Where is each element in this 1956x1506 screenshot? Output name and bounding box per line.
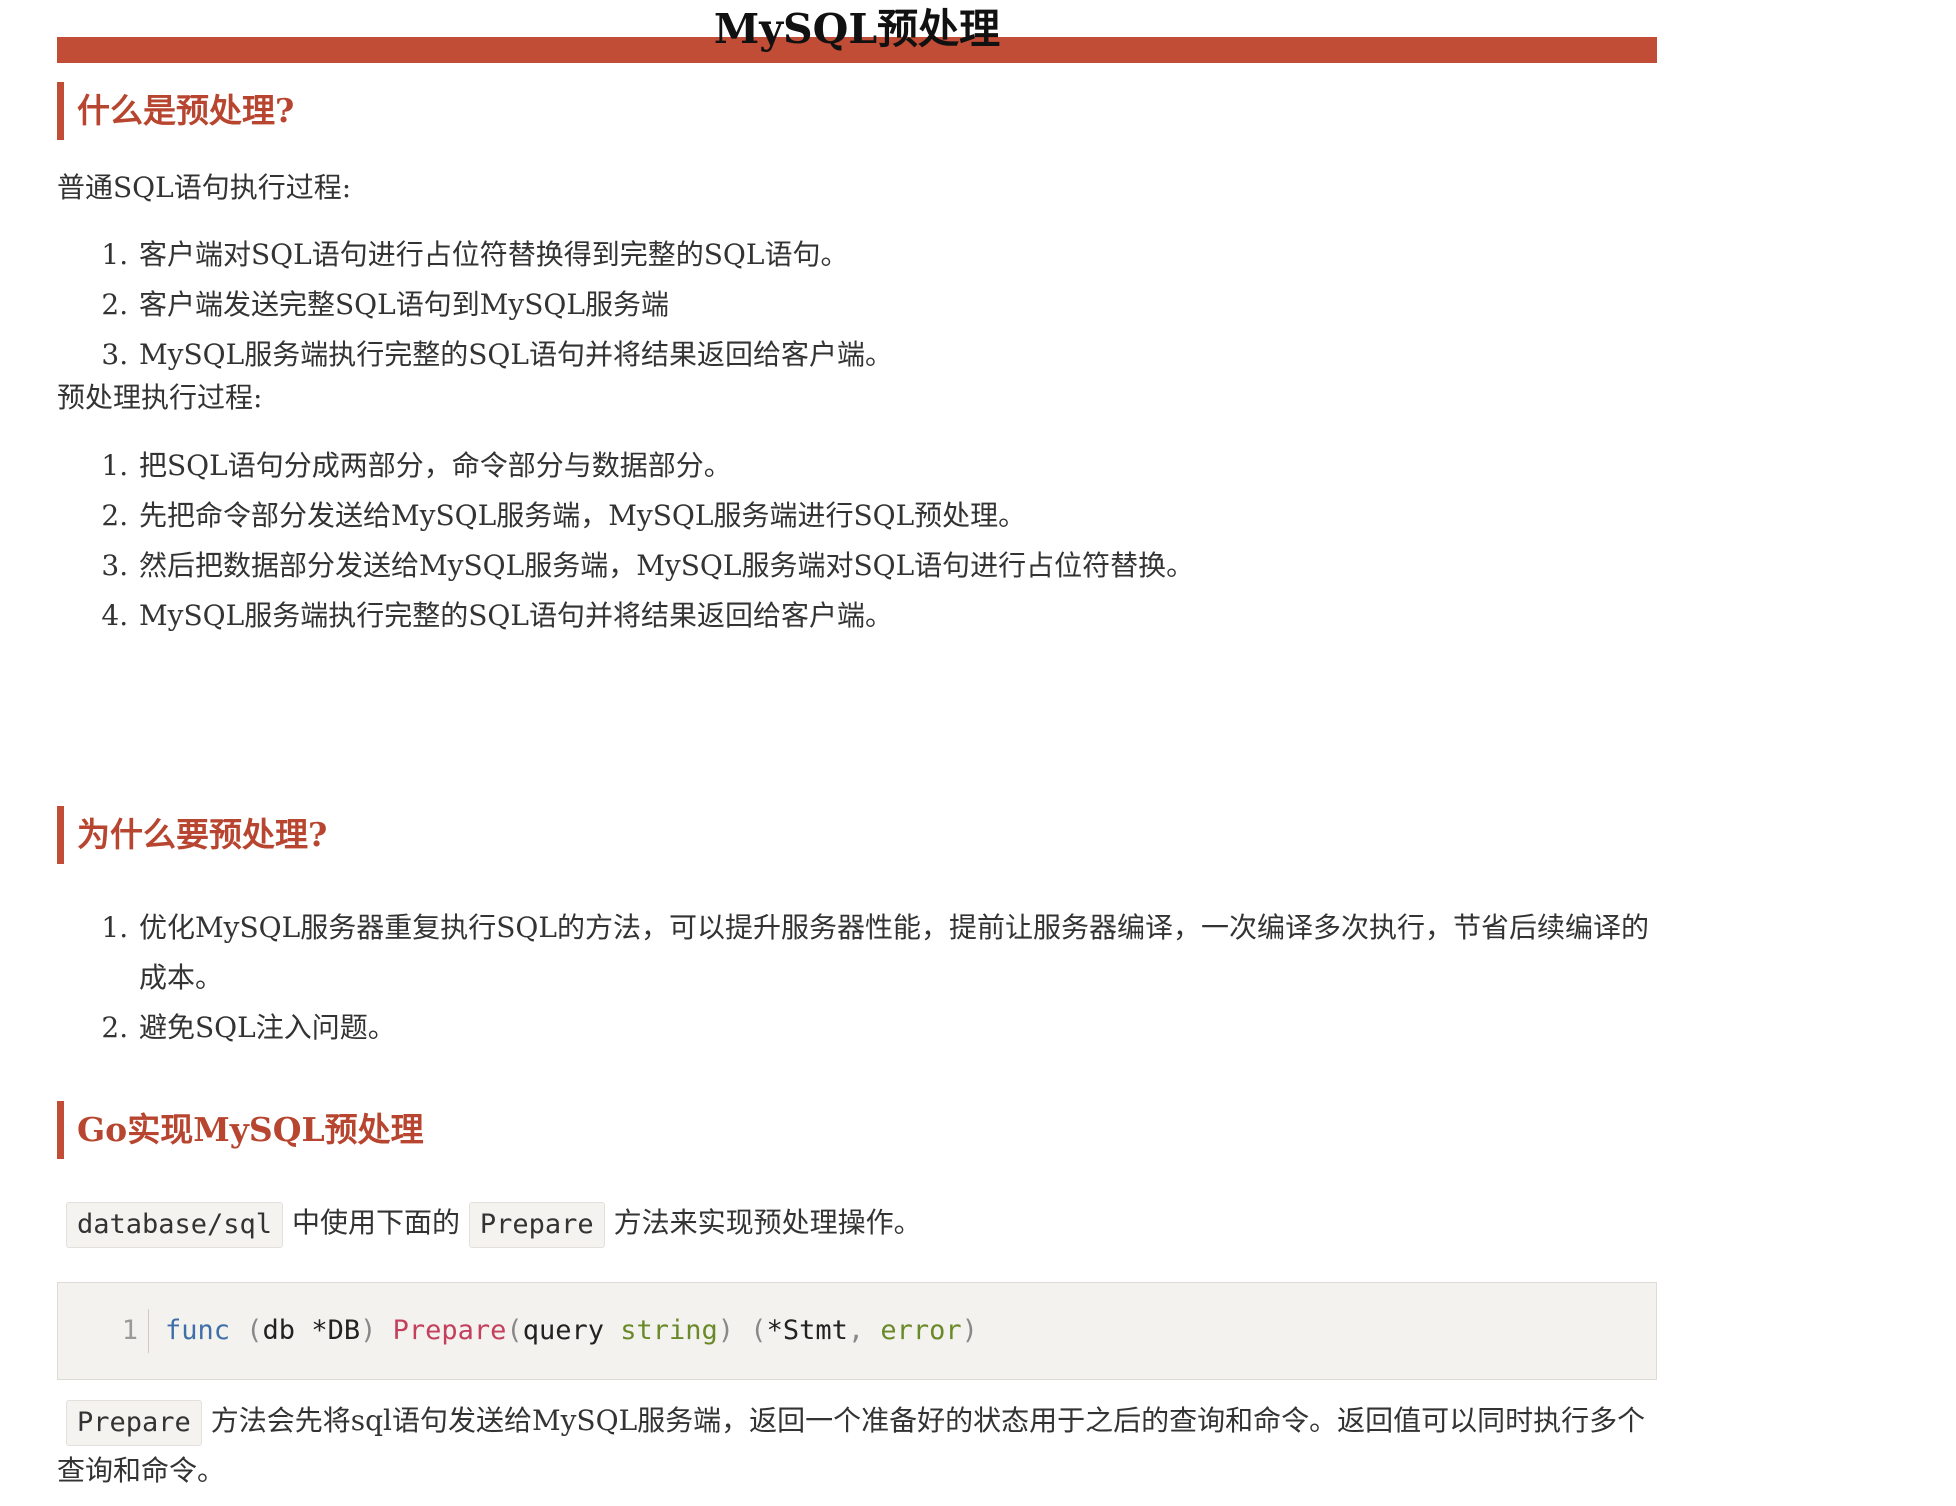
- page-title: MySQL预处理: [713, 5, 1001, 53]
- normal-steps-list: 客户端对SQL语句进行占位符替换得到完整的SQL语句。 客户端发送完整SQL语句…: [57, 230, 1657, 380]
- code-punc: ): [961, 1315, 978, 1346]
- list-item: MySQL服务端执行完整的SQL语句并将结果返回给客户端。: [137, 591, 1657, 641]
- inline-code-prepare-2: Prepare: [66, 1399, 202, 1446]
- document-page: MySQL预处理 什么是预处理? 普通SQL语句执行过程: 客户端对SQL语句进…: [0, 0, 1956, 1506]
- code-block: 1 func (db *DB) Prepare(query string) (*…: [57, 1282, 1657, 1380]
- code-line: func (db *DB) Prepare(query string) (*St…: [165, 1309, 978, 1353]
- code-receiver: db: [262, 1315, 296, 1346]
- section-heading-go-impl: Go实现MySQL预处理: [57, 1101, 424, 1159]
- code-return-type-1: *Stmt: [766, 1315, 848, 1346]
- section-heading-what-is: 什么是预处理?: [57, 82, 294, 140]
- list-item: 客户端发送完整SQL语句到MySQL服务端: [137, 280, 1657, 330]
- code-function-name: Prepare: [392, 1315, 507, 1346]
- code-keyword-func: func: [165, 1315, 231, 1346]
- list-item: 把SQL语句分成两部分，命令部分与数据部分。: [137, 441, 1657, 491]
- why-steps-list: 优化MySQL服务器重复执行SQL的方法，可以提升服务器性能，提前让服务器编译，…: [57, 903, 1657, 1053]
- code-punc: ,: [847, 1315, 881, 1346]
- code-param-type: string: [620, 1315, 718, 1346]
- code-return-type-2: error: [880, 1315, 962, 1346]
- list-item: 优化MySQL服务器重复执行SQL的方法，可以提升服务器性能，提前让服务器编译，…: [137, 903, 1657, 1003]
- intro-text-2: 方法来实现预处理操作。: [604, 1206, 922, 1239]
- prep-process-label: 预处理执行过程:: [57, 381, 263, 414]
- code-punc: (: [506, 1315, 523, 1346]
- list-item: 客户端对SQL语句进行占位符替换得到完整的SQL语句。: [137, 230, 1657, 280]
- normal-process-label: 普通SQL语句执行过程:: [57, 171, 352, 204]
- prepare-explanation-paragraph: Prepare 方法会先将sql语句发送给MySQL服务端，返回一个准备好的状态…: [57, 1396, 1657, 1496]
- list-item: 避免SQL注入问题。: [137, 1003, 1657, 1053]
- line-number: 1: [121, 1315, 138, 1346]
- code-receiver-type: *DB: [311, 1315, 361, 1346]
- code-gutter-divider: [148, 1309, 149, 1353]
- list-item: 然后把数据部分发送给MySQL服务端，MySQL服务端对SQL语句进行占位符替换…: [137, 541, 1657, 591]
- code-punc: (: [230, 1315, 263, 1346]
- code-param: query: [522, 1315, 604, 1346]
- section-heading-why: 为什么要预处理?: [57, 806, 327, 864]
- code-punc: ) (: [717, 1315, 767, 1346]
- intro-text-1: 中使用下面的: [283, 1206, 469, 1239]
- list-item: 先把命令部分发送给MySQL服务端，MySQL服务端进行SQL预处理。: [137, 491, 1657, 541]
- code-punc: ): [360, 1315, 393, 1346]
- inline-code-database-sql: database/sql: [66, 1201, 284, 1248]
- inline-code-prepare: Prepare: [468, 1201, 605, 1248]
- prep-steps-list: 把SQL语句分成两部分，命令部分与数据部分。 先把命令部分发送给MySQL服务端…: [57, 441, 1657, 641]
- outro-text: 方法会先将sql语句发送给MySQL服务端，返回一个准备好的状态用于之后的查询和…: [57, 1404, 1646, 1487]
- go-intro-paragraph: database/sql 中使用下面的 Prepare 方法来实现预处理操作。: [66, 1198, 1666, 1248]
